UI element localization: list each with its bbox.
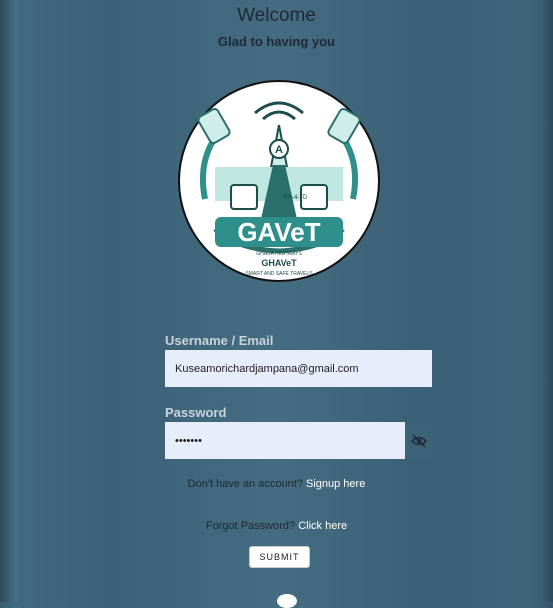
left-edge [0,0,18,602]
password-visibility-toggle[interactable] [405,422,432,460]
right-edge [541,0,553,602]
submit-button[interactable]: SUBMIT [249,546,310,568]
username-label: Username / Email [165,333,274,348]
svg-text:GHAVeT: GHAVeT [261,258,297,268]
password-label: Password [165,405,227,420]
gavet-logo: A GH-4-TD GAVeT GHANA HIGHWAYS GHAVeT SM… [178,80,380,282]
scroll-indicator[interactable] [277,594,297,608]
svg-text:A: A [275,144,283,156]
signup-link[interactable]: Signup here [306,478,365,490]
page-title: Welcome [237,5,316,26]
logo-wordmark: GAVeT [237,217,320,247]
signup-prompt: Don't have an account? [187,478,303,490]
svg-text:SMART AND SAFE TRAVELS: SMART AND SAFE TRAVELS [245,271,313,277]
password-input[interactable]: ••••••• [165,422,405,459]
forgot-prompt: Forgot Password? [205,520,296,532]
username-input[interactable]: Kuseamorichardjampana@gmail.com [165,350,432,387]
svg-text:GH-4-TD: GH-4-TD [283,195,308,201]
forgot-password-link[interactable]: Click here [298,520,347,532]
signup-row: Don't have an account? Signup here [0,478,553,490]
forgot-row: Forgot Password? Click here [0,520,553,532]
page-subtitle: Glad to having you [217,34,335,49]
svg-text:GHANA HIGHWAYS: GHANA HIGHWAYS [256,251,302,257]
eye-slash-icon [410,434,427,448]
